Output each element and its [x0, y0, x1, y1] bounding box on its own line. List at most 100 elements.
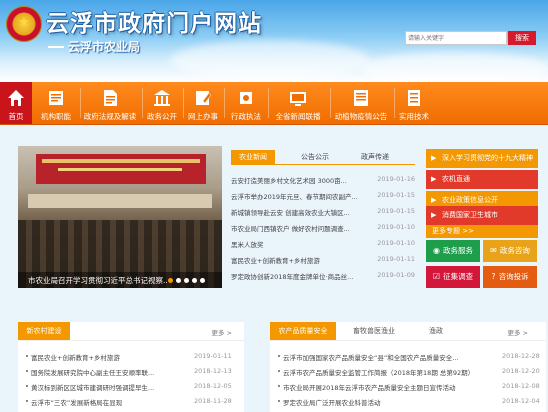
search-input[interactable] [406, 32, 506, 44]
broadcast-icon [290, 92, 306, 106]
bullet-icon [26, 355, 28, 357]
meeting-banner-text [58, 168, 182, 171]
site-subtitle: 云浮市农业局 [68, 40, 141, 54]
bullet-icon [278, 385, 280, 387]
nav-item-regulations[interactable]: 政府法规及解读 [82, 82, 138, 124]
more-topics-link[interactable]: 更多专题 >> [426, 224, 538, 238]
more-link[interactable]: 更多 > [507, 327, 528, 337]
government-icon [154, 90, 170, 106]
search-field [405, 31, 507, 45]
list-item[interactable]: 云浮市加强国家农产品质量安全“县”和全国农产品质量安全... 2018-12-28 [270, 350, 546, 363]
nav-divider [183, 88, 184, 118]
list-item[interactable]: 市农业局开展2018年云浮市农产品质量安全主题日宣传活动 2018-12-08 [270, 380, 546, 393]
topic-link[interactable]: ▶ 消费国家卫生城市 [426, 206, 538, 225]
list-item[interactable]: 富民农业+创新教育+乡村旅游 2019-01-11 [18, 350, 244, 363]
news-carousel[interactable]: 市农业局召开学习贯彻习近平总书记视察... [18, 146, 222, 288]
gavel-icon [240, 92, 252, 104]
tools-icon [408, 90, 420, 106]
list-item[interactable]: 黄汉标到新区区城市建调研时强调提早生... 2018-12-05 [18, 380, 244, 393]
new-countryside-section: 新农村建设 更多 > 富民农业+创新教育+乡村旅游 2019-01-11 国务院发… [18, 322, 244, 412]
tab-agri-news[interactable]: 农业新闻 [231, 150, 275, 164]
nav-divider [80, 88, 81, 118]
survey-button[interactable]: ☑ 征集调查 [426, 266, 480, 288]
meeting-banner-text [42, 159, 200, 163]
survey-icon: ☑ [432, 272, 441, 281]
nav-item-gov-affairs[interactable]: 政务公开 [144, 82, 180, 124]
news-tabs: 农业新闻 公告公示 政声传递 [231, 150, 415, 165]
section-header: 农产品质量安全 畜牧兽医渔业 渔政 更多 > [270, 322, 546, 341]
service-buttons: ◉ 政务服务 ✉ 政务咨询 ☑ 征集调查 ? 咨询投诉 [426, 240, 538, 290]
topic-links: ▶ 深入学习贯彻党的十九大精神 ▶ 农机直通 ▶ 农业政策信息公开 [426, 149, 538, 212]
list-item[interactable]: 云安打造美丽乡村文化艺术园 3000亩... 2019-01-16 [231, 172, 415, 188]
section-title[interactable]: 新农村建设 [18, 322, 70, 340]
list-item[interactable]: 新城镇领导赴云安 创建高效农业大镇区... 2019-01-15 [231, 204, 415, 220]
list-item[interactable]: 罗定政协创新2018年度金牌单位·商品丝... 2019-01-09 [231, 268, 415, 284]
nav-divider [330, 88, 331, 118]
tab-product-safety[interactable]: 农产品质量安全 [270, 322, 336, 340]
topic-link[interactable]: ▶ 深入学习贯彻党的十九大精神 [426, 149, 538, 168]
carousel-dot[interactable] [192, 278, 197, 283]
list-item[interactable]: 国务院发展研究院中心副主任王安顺率联... 2018-12-13 [18, 365, 244, 378]
topic-link[interactable]: ▶ 农机直通 [426, 170, 538, 189]
list-item[interactable]: 市农业局门西镇农户 做好农村问题调查... 2019-01-10 [231, 220, 415, 236]
subtitle-divider [48, 46, 64, 48]
bullet-icon [26, 385, 28, 387]
agri-quality-section: 农产品质量安全 畜牧兽医渔业 渔政 更多 > 云浮市加强国家农产品质量安全“县”… [270, 322, 546, 412]
nav-item-law-enforcement[interactable]: 行政执法 [226, 82, 266, 124]
more-link[interactable]: 更多 > [211, 327, 232, 337]
tab-livestock[interactable]: 畜牧兽医渔业 [346, 322, 402, 340]
site-title[interactable]: 云浮市政府门户网站 [46, 4, 262, 38]
nav-item-provincial-news[interactable]: 全省新闻联播 [270, 82, 326, 124]
complaint-button[interactable]: ? 咨询投诉 [483, 266, 537, 288]
bullet-icon [278, 355, 280, 357]
site-header: ★ 云浮市政府门户网站 云浮市农业局 搜索 [0, 0, 548, 82]
cloud-decoration [360, 52, 548, 82]
gov-consult-button[interactable]: ✉ 政务咨询 [483, 240, 537, 262]
tab-fishery[interactable]: 渔政 [416, 322, 456, 340]
nav-divider [224, 88, 225, 118]
document-icon [104, 90, 117, 106]
carousel-dot[interactable] [200, 278, 205, 283]
bullet-icon [26, 370, 28, 372]
bullet-icon [26, 400, 28, 402]
bullet-icon [278, 370, 280, 372]
list-item[interactable]: 黑米人放奖 2019-01-10 [231, 236, 415, 252]
nav-divider [142, 88, 143, 118]
arrow-right-icon: ▶ [431, 175, 437, 183]
stage-table [28, 194, 212, 208]
notice-icon [354, 90, 368, 106]
nav-item-institution[interactable]: 机构职能 [34, 82, 78, 124]
national-emblem-icon: ★ [6, 6, 42, 42]
nav-divider [268, 88, 269, 118]
list-item[interactable]: 云浮市“三农”发展新格局在显现 2018-11-28 [18, 395, 244, 408]
arrow-right-icon: ▶ [431, 211, 437, 219]
list-item[interactable]: 罗定农业局广泛开展农业科普活动 2018-12-04 [270, 395, 546, 408]
list-item[interactable]: 云浮市举办2019年元旦、春节期间农副产... 2019-01-15 [231, 188, 415, 204]
nav-divider [394, 88, 395, 118]
search-button[interactable]: 搜索 [508, 31, 536, 45]
tab-announcements[interactable]: 公告公示 [293, 150, 337, 164]
book-icon [49, 91, 63, 105]
news-list: 云安打造美丽乡村文化艺术园 3000亩... 2019-01-16 云浮市举办20… [231, 172, 415, 284]
list-item[interactable]: 云浮市农产品质量安全监管工作简报（2018年第18期 总第92期） 2018-12… [270, 365, 546, 378]
gov-service-button[interactable]: ◉ 政务服务 [426, 240, 480, 262]
globe-icon: ◉ [433, 246, 440, 255]
edit-icon [196, 91, 212, 105]
carousel-dot[interactable] [184, 278, 189, 283]
carousel-dots [168, 277, 208, 285]
question-icon: ? [491, 272, 496, 281]
section-header: 新农村建设 更多 > [18, 322, 244, 341]
nav-item-online-service[interactable]: 网上办事 [185, 82, 221, 124]
nav-item-epidemic-notice[interactable]: 动植物疫情公告 [332, 82, 390, 124]
nav-item-home[interactable]: 首页 [0, 82, 32, 124]
arrow-right-icon: ▶ [431, 154, 437, 162]
carousel-dot[interactable] [168, 278, 173, 283]
carousel-caption[interactable]: 市农业局召开学习贯彻习近平总书记视察... [28, 275, 168, 286]
cloud-decoration [170, 40, 370, 80]
tab-policy-voice[interactable]: 政声传递 [353, 150, 397, 164]
bullet-icon [278, 400, 280, 402]
chat-icon: ✉ [490, 246, 497, 255]
carousel-dot[interactable] [176, 278, 181, 283]
list-item[interactable]: 富民农业+创新教育+乡村旅游 2019-01-11 [231, 252, 415, 268]
nav-item-practical-tech[interactable]: 实用技术 [396, 82, 432, 124]
